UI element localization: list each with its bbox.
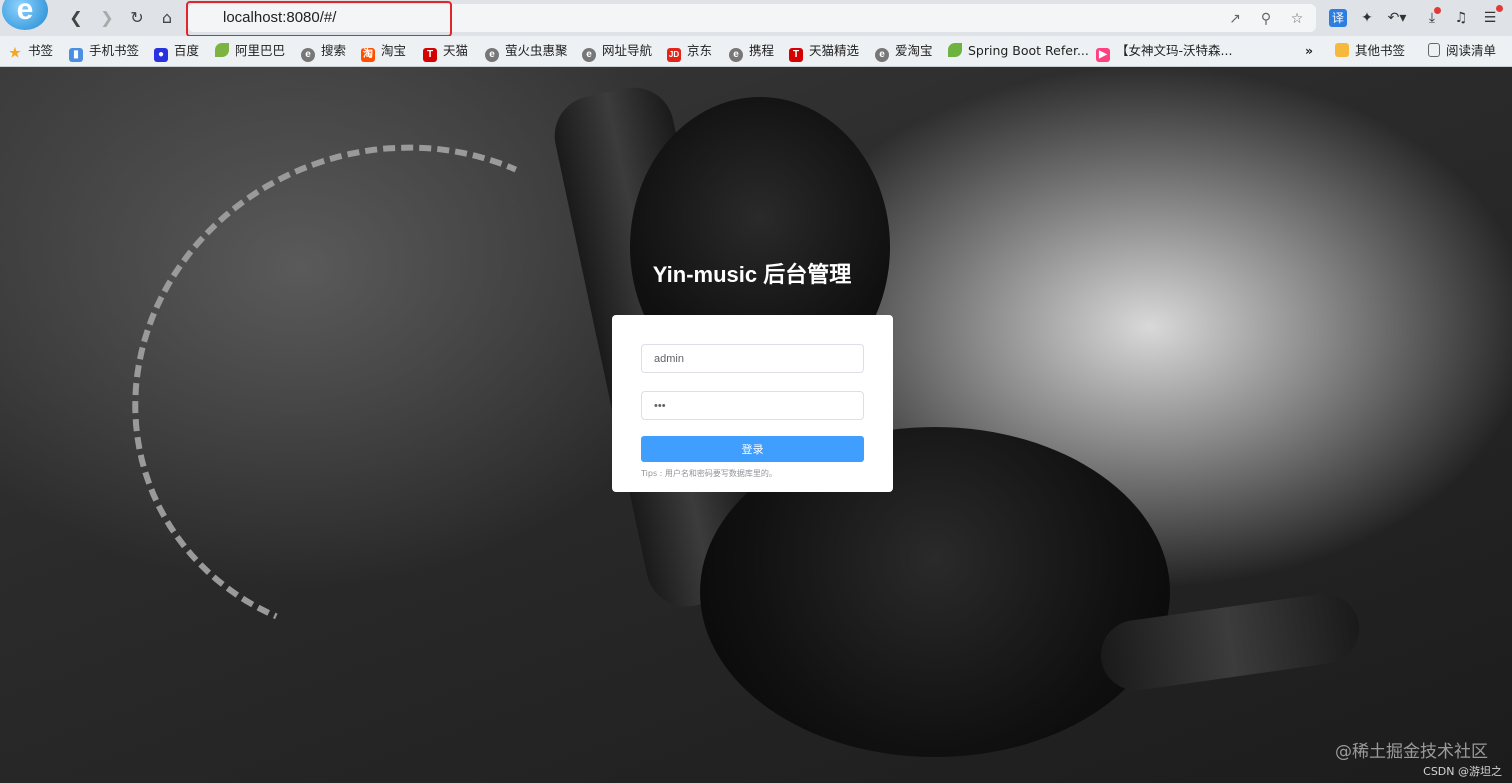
bookmark-item[interactable]: ● 百度 — [154, 42, 199, 62]
username-input[interactable] — [641, 344, 864, 373]
bookmark-item[interactable]: 淘淘宝 — [361, 42, 406, 62]
bookmark-item[interactable]: T 天猫精选 — [789, 42, 859, 62]
login-button[interactable]: 登录 — [641, 436, 864, 462]
bookmark-item[interactable]: JD 京东 — [667, 42, 712, 62]
tmall-icon: T — [423, 48, 437, 62]
video-icon: ▶ — [1096, 48, 1110, 62]
menu-badge-dot — [1496, 5, 1503, 12]
jd-icon: JD — [667, 48, 681, 62]
taobao-icon: 淘 — [361, 48, 375, 62]
share-icon[interactable]: ↗ — [1226, 10, 1244, 28]
reading-list-button[interactable]: 阅读清单 — [1428, 42, 1496, 60]
folder-icon — [1335, 43, 1349, 57]
reload-icon[interactable]: ↻ — [127, 8, 147, 28]
watermark-text: @稀土掘金技术社区 — [1335, 742, 1488, 762]
phone-icon: ▮ — [69, 48, 83, 62]
browser-logo-icon: e — [2, 0, 48, 30]
e-icon: e — [729, 48, 743, 62]
undo-icon[interactable]: ↶▾ — [1387, 8, 1407, 28]
bookmark-item[interactable]: e 网址导航 — [582, 42, 652, 62]
e-icon: e — [485, 48, 499, 62]
e-icon: e — [301, 48, 315, 62]
bookmark-item[interactable]: T 天猫 — [423, 42, 468, 62]
forward-icon[interactable]: ❯ — [97, 8, 117, 28]
spring-icon — [948, 43, 962, 57]
zoom-icon[interactable]: ⚲ — [1257, 10, 1275, 28]
login-form: 登录 Tips : 用户名和密码要写数据库里的。 — [612, 315, 893, 492]
e-icon: e — [582, 48, 596, 62]
notification-dot — [1434, 7, 1441, 14]
bookmark-item[interactable]: e 携程 — [729, 42, 774, 62]
back-icon[interactable]: ❮ — [66, 8, 86, 28]
other-bookmarks-folder[interactable]: 其他书签 — [1335, 42, 1405, 60]
translate-icon[interactable]: 译 — [1329, 9, 1347, 27]
watermark-small-text: CSDN @游坦之 — [1423, 765, 1502, 778]
leaf-icon — [215, 43, 229, 57]
browser-toolbar: e ❮ ❯ ↻ ⌂ localhost:8080/#/ ↗ ⚲ ☆ 译 ✦ ↶▾… — [0, 0, 1512, 37]
tmall-icon: T — [789, 48, 803, 62]
bookmark-item[interactable]: Spring Boot Refer... — [948, 42, 1089, 60]
extensions-icon[interactable]: ✦ — [1357, 8, 1377, 28]
password-input[interactable] — [641, 391, 864, 420]
home-icon[interactable]: ⌂ — [157, 8, 177, 28]
favorite-star-icon[interactable]: ☆ — [1288, 10, 1306, 28]
bookmark-item[interactable]: ▶ 【女神文玛-沃特森... — [1096, 42, 1232, 62]
baidu-icon: ● — [154, 48, 168, 62]
e-icon: e — [875, 48, 889, 62]
address-highlight-box — [186, 1, 452, 37]
playlist-icon[interactable]: ♫ — [1451, 8, 1471, 28]
star-icon: ★ — [9, 45, 21, 60]
login-page-background: Yin-music 后台管理 登录 Tips : 用户名和密码要写数据库里的。 … — [0, 67, 1512, 783]
bookmark-item[interactable]: ★ 书签 — [8, 42, 53, 60]
reading-list-icon — [1428, 43, 1440, 57]
bookmark-item[interactable]: e 搜索 — [301, 42, 346, 62]
bookmark-item[interactable]: e 萤火虫惠聚 — [485, 42, 568, 62]
bookmarks-bar: ★ 书签 ▮ 手机书签 ● 百度 阿里巴巴 e 搜索 淘淘宝 T 天猫 e 萤火虫惠聚 e网… — [0, 36, 1512, 67]
more-bookmarks-button[interactable]: » — [1305, 42, 1313, 60]
bookmark-item[interactable]: 阿里巴巴 — [215, 42, 285, 60]
tips-text: Tips : 用户名和密码要写数据库里的。 — [641, 469, 777, 478]
bookmark-item[interactable]: ▮ 手机书签 — [69, 42, 139, 62]
bookmark-item[interactable]: e 爱淘宝 — [875, 42, 933, 62]
page-title: Yin-music 后台管理 — [652, 262, 852, 287]
